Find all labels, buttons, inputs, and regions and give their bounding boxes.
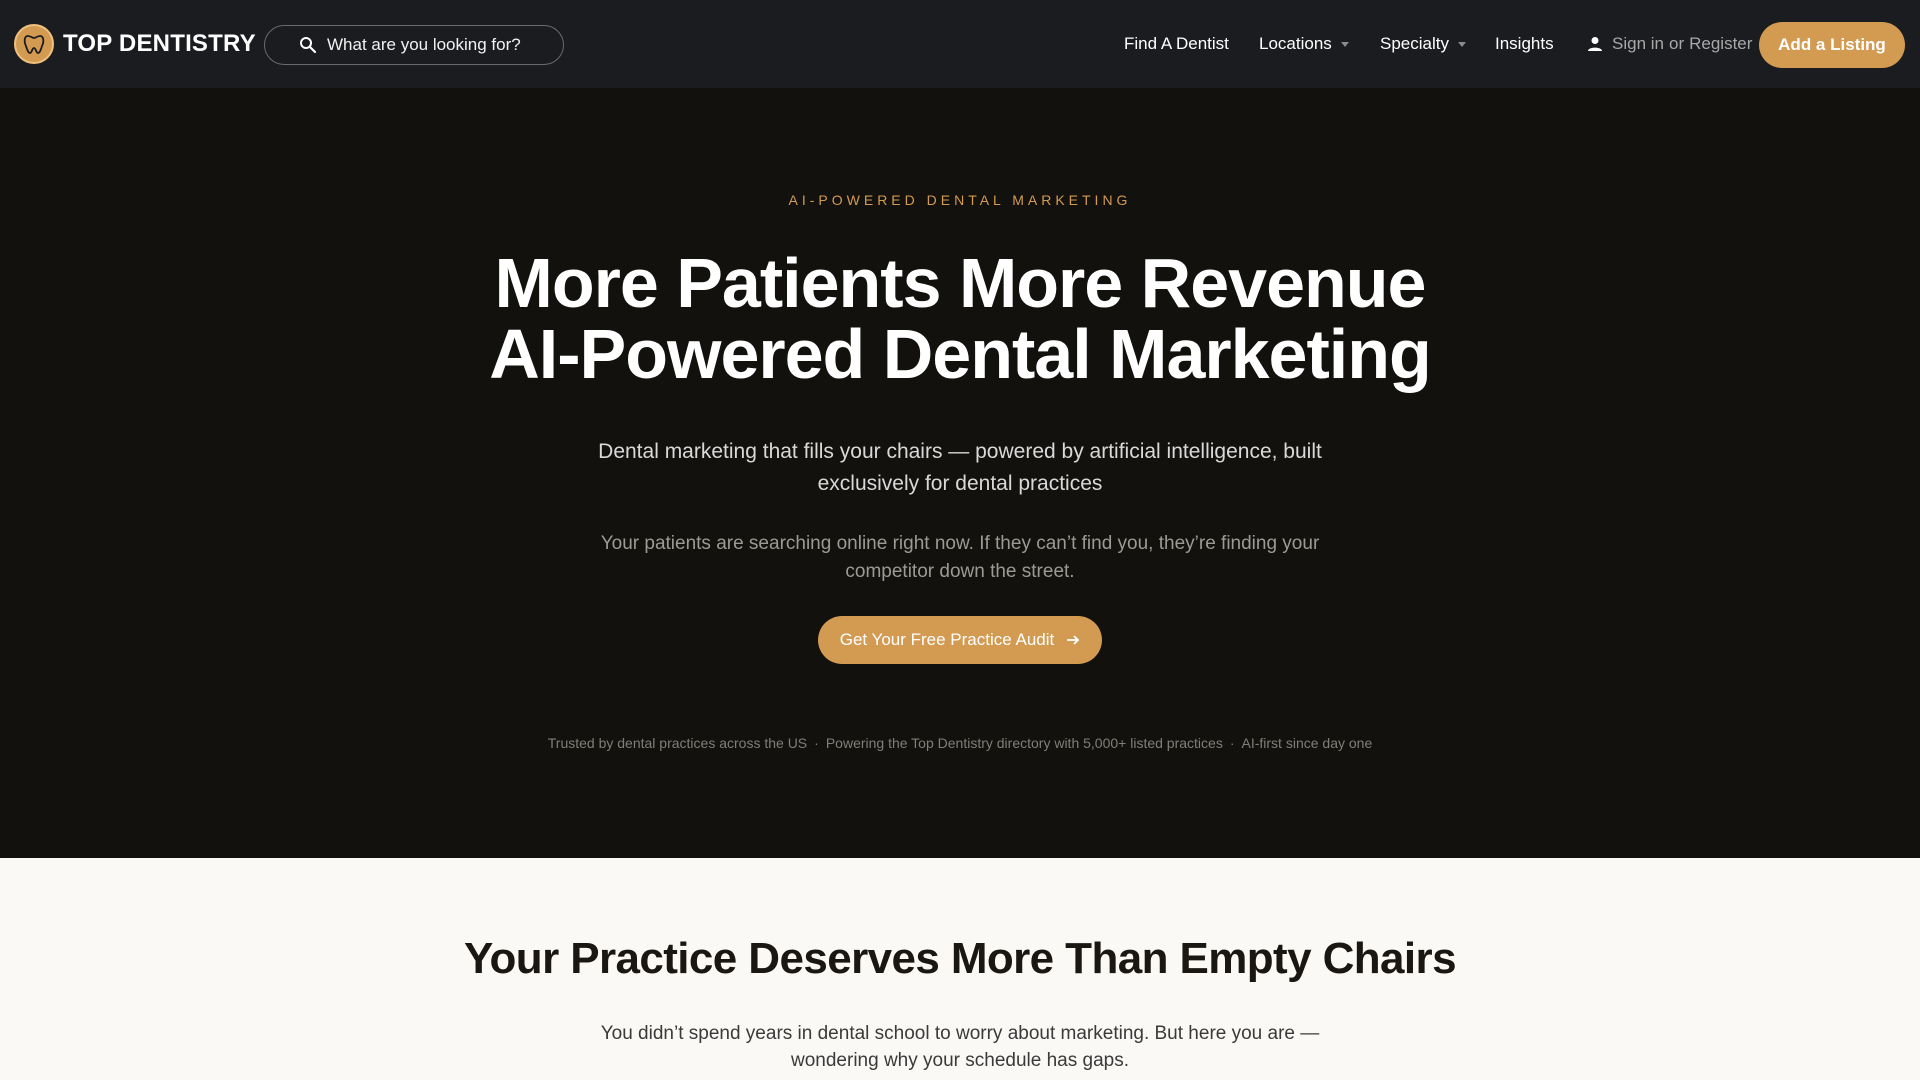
section-title: Your Practice Deserves More Than Empty C… [464, 934, 1457, 983]
nav-find-dentist[interactable]: Find A Dentist [1124, 34, 1229, 54]
arrow-right-icon [1067, 635, 1080, 645]
chevron-down-icon [1340, 41, 1349, 47]
sign-in-link[interactable]: Sign in [1612, 34, 1664, 54]
hero-title-line1: More Patients More Revenue [494, 244, 1427, 322]
hero-section: AI-POWERED DENTAL MARKETING More Patient… [0, 88, 1920, 858]
nav-specialty[interactable]: Specialty [1380, 34, 1466, 54]
register-link[interactable]: Register [1689, 34, 1752, 54]
hero-title: More Patients More Revenue AI-Powered De… [0, 248, 1920, 390]
hero-title-line2: AI-Powered Dental Marketing [489, 315, 1432, 393]
nav-account-wrap: Sign in or Register [1586, 0, 1752, 88]
user-icon [1588, 37, 1602, 51]
nav-insights-wrap: Insights [1495, 0, 1554, 88]
empty-chairs-section: Your Practice Deserves More Than Empty C… [0, 858, 1920, 1080]
chevron-down-icon [1457, 41, 1466, 47]
search-icon [300, 37, 317, 54]
brand-name: TOP DENTISTRY [63, 30, 256, 57]
separator-dot: · [1229, 735, 1235, 751]
nav-locations-wrap: Locations [1259, 0, 1349, 88]
trust-strip: Trusted by dental practices across the U… [0, 735, 1920, 751]
section-body: You didn’t spend years in dental school … [600, 1023, 1320, 1071]
nav-specialty-wrap: Specialty [1380, 0, 1466, 88]
or-text: or [1668, 34, 1685, 53]
main-nav: Find A Dentist [1124, 0, 1229, 88]
tooth-logo-icon [14, 24, 54, 64]
site-header: TOP DENTISTRY Find A Dentist Locations S… [0, 0, 1920, 88]
free-audit-label: Get Your Free Practice Audit [839, 630, 1055, 649]
trust-item: Trusted by dental practices across the U… [547, 735, 808, 751]
account-links: Sign in or Register [1586, 34, 1752, 54]
nav-insights[interactable]: Insights [1495, 34, 1554, 54]
nav-locations[interactable]: Locations [1259, 34, 1349, 54]
trust-item: Powering the Top Dentistry directory wit… [825, 735, 1223, 751]
hero-eyebrow: AI-POWERED DENTAL MARKETING [788, 192, 1132, 208]
hero-subtitle: Dental marketing that fills your chairs … [598, 440, 1322, 495]
separator-dot: · [814, 735, 819, 751]
free-audit-button[interactable]: Get Your Free Practice Audit [818, 616, 1102, 664]
trust-item: AI-first since day one [1241, 735, 1373, 751]
add-listing-button[interactable]: Add a Listing [1759, 22, 1905, 68]
search-input[interactable] [327, 35, 547, 55]
hero-body: Your patients are searching online right… [600, 533, 1320, 582]
logo[interactable]: TOP DENTISTRY [14, 24, 256, 64]
search-box[interactable] [264, 25, 564, 65]
nav-specialty-label: Specialty [1380, 34, 1449, 53]
nav-locations-label: Locations [1259, 34, 1332, 53]
